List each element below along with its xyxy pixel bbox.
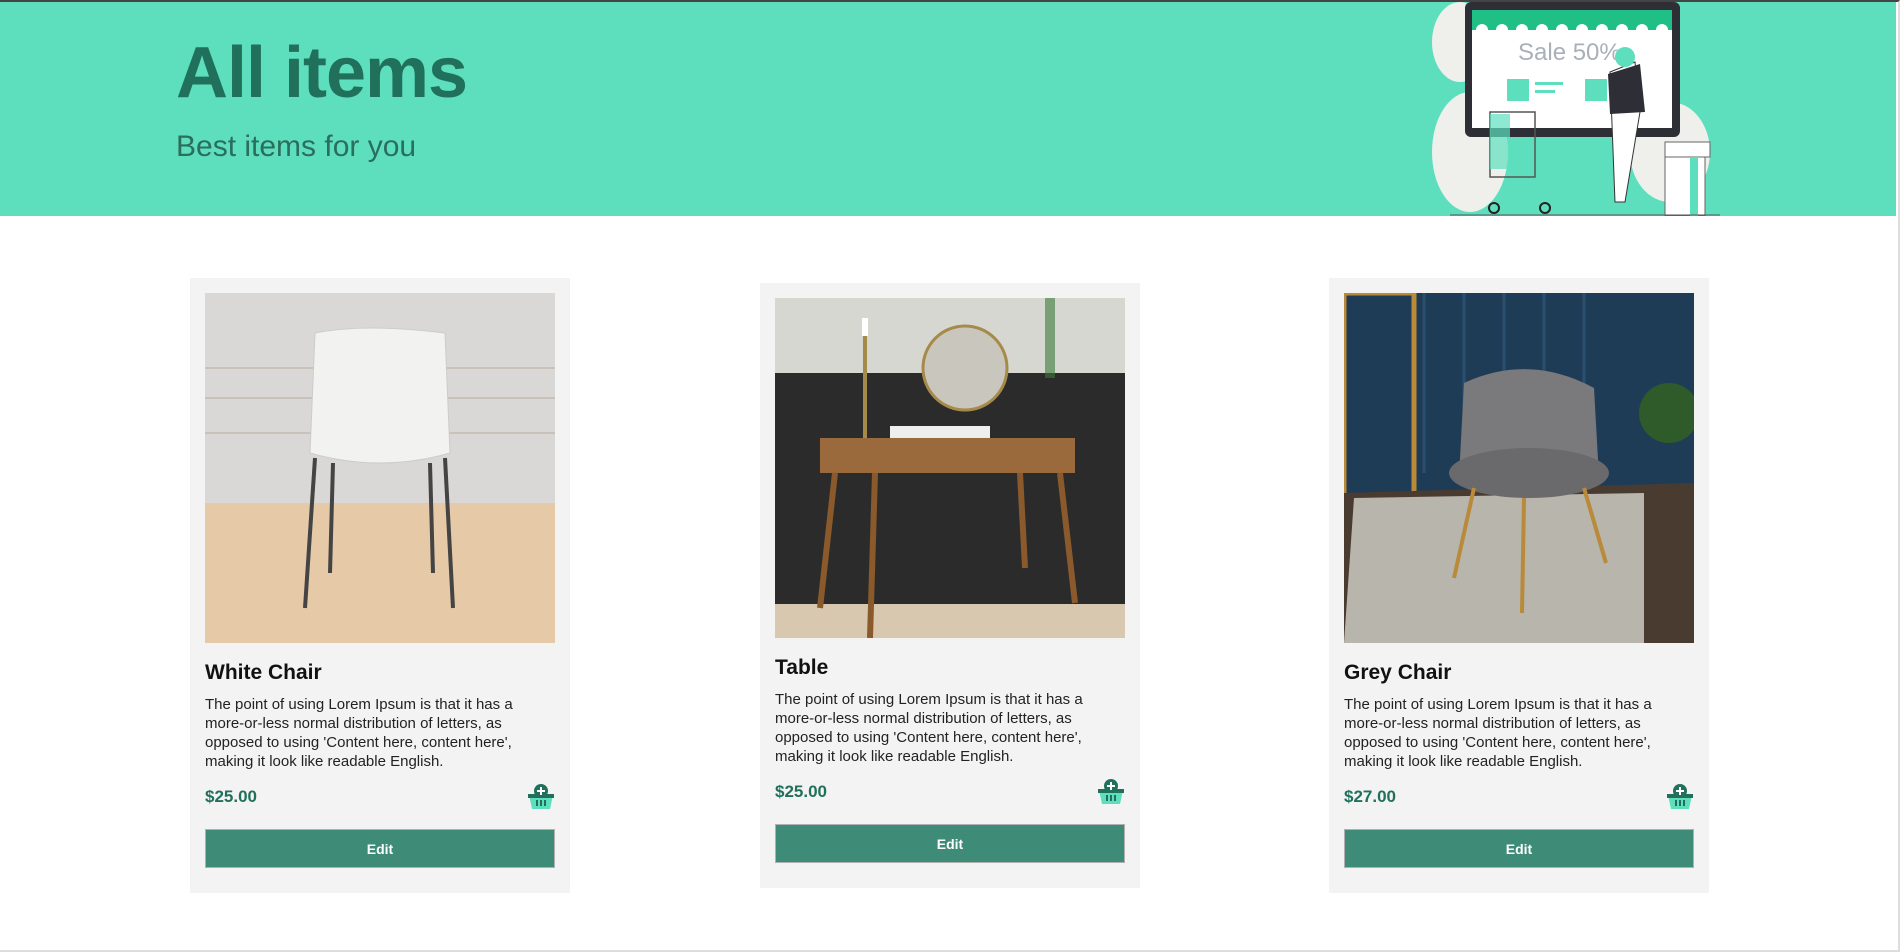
product-image-table <box>775 298 1125 638</box>
product-image-grey-chair <box>1344 293 1694 643</box>
edit-button[interactable]: Edit <box>205 829 555 868</box>
page: All items Best items for you Sale 50% Wh… <box>0 0 1900 952</box>
edit-button[interactable]: Edit <box>1344 829 1694 868</box>
product-price: $25.00 <box>775 782 827 801</box>
hero-banner: All items Best items for you Sale 50% <box>0 2 1896 216</box>
product-description: The point of using Lorem Ipsum is that i… <box>205 696 513 770</box>
product-name: White Chair <box>205 661 322 684</box>
page-title: All items <box>176 33 468 113</box>
product-description: The point of using Lorem Ipsum is that i… <box>1344 696 1652 770</box>
add-to-basket-icon[interactable] <box>527 783 555 811</box>
shopping-illustration: Sale 50% <box>1432 2 1720 216</box>
add-to-basket-icon[interactable] <box>1666 783 1694 811</box>
product-name: Table <box>775 656 829 679</box>
product-card: Table The point of using Lorem Ipsum is … <box>760 283 1140 888</box>
product-image-white-chair <box>205 293 555 643</box>
add-to-basket-icon[interactable] <box>1097 778 1125 806</box>
product-description: The point of using Lorem Ipsum is that i… <box>775 691 1083 765</box>
product-card: Grey Chair The point of using Lorem Ipsu… <box>1329 278 1709 893</box>
product-price: $27.00 <box>1344 787 1396 806</box>
edit-button[interactable]: Edit <box>775 824 1125 863</box>
product-price: $25.00 <box>205 787 257 806</box>
page-subtitle: Best items for you <box>176 130 417 163</box>
product-card: White Chair The point of using Lorem Ips… <box>190 278 570 893</box>
svg-text:Sale 50%: Sale 50% <box>1518 39 1621 66</box>
product-name: Grey Chair <box>1344 661 1452 684</box>
